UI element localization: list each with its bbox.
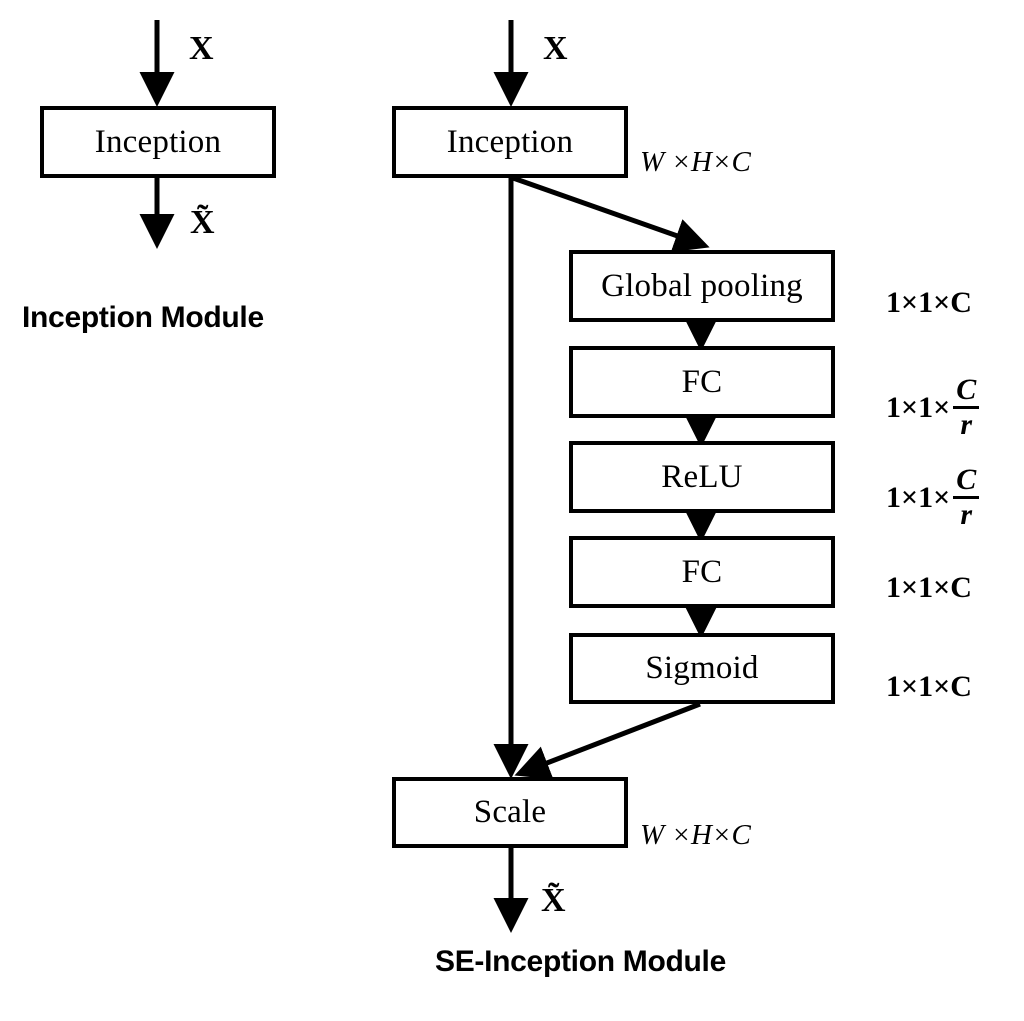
fc-label-1: FC [681, 363, 723, 400]
global-pooling-block[interactable]: Global pooling [569, 250, 835, 322]
fraction-c-over-r-2: C r [953, 465, 980, 530]
dim-label-global-pooling: 1×1×C [886, 286, 972, 319]
right-inception-block[interactable]: Inception [392, 106, 628, 178]
sigmoid-label: Sigmoid [645, 650, 759, 686]
right-input-label: X [543, 30, 568, 67]
sigmoid-block[interactable]: Sigmoid [569, 633, 835, 704]
left-input-label: X [189, 30, 214, 67]
fc-block-2[interactable]: FC [569, 536, 835, 608]
dim-label-fc2: 1×1×C [886, 571, 972, 604]
left-module-caption: Inception Module [22, 301, 264, 334]
dim-label-relu: 1×1× C r [886, 465, 980, 530]
left-output-label: X̃ [190, 204, 215, 241]
fc-block-1[interactable]: FC [569, 346, 835, 418]
fc-label-2: FC [681, 553, 723, 590]
right-inception-label: Inception [446, 123, 574, 160]
right-module-caption: SE-Inception Module [435, 945, 726, 978]
relu-block[interactable]: ReLU [569, 441, 835, 513]
relu-label: ReLU [661, 458, 743, 495]
sigmoid-to-scale-arrow [514, 701, 701, 780]
fraction-c-over-r-1: C r [953, 375, 980, 440]
branch-to-global-pooling-arrow [512, 175, 710, 253]
left-inception-block[interactable]: Inception [40, 106, 276, 178]
left-inception-label: Inception [94, 123, 222, 160]
dim-label-sigmoid: 1×1×C [886, 670, 972, 703]
dim-label-scale: W ×H×C [640, 819, 751, 851]
dim-label-fc1: 1×1× C r [886, 375, 980, 440]
dim-label-inception: W ×H×C [640, 146, 751, 178]
scale-block[interactable]: Scale [392, 777, 628, 848]
right-output-label: X̃ [541, 882, 566, 919]
scale-label: Scale [473, 794, 547, 830]
figure-canvas: Inception X X̃ Inception Module Inceptio… [0, 0, 1024, 1021]
global-pooling-label: Global pooling [601, 267, 803, 304]
